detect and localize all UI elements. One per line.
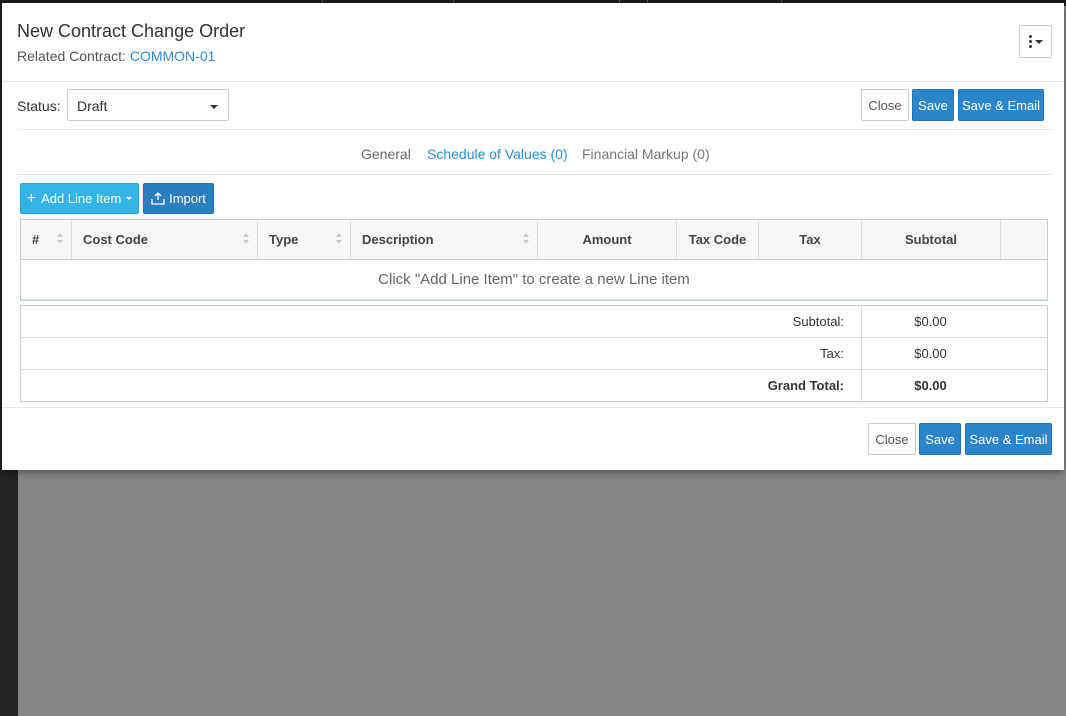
footer-divider bbox=[2, 407, 1064, 408]
add-line-item-button[interactable]: + Add Line Item bbox=[20, 183, 139, 214]
chevron-down-icon bbox=[126, 197, 133, 200]
sort-icon bbox=[243, 233, 249, 245]
tab-financial-markup[interactable]: Financial Markup (0) bbox=[582, 146, 710, 162]
column-header-cost-code[interactable]: Cost Code bbox=[72, 220, 258, 259]
column-header-amount: Amount bbox=[538, 220, 677, 259]
subtotal-label: Subtotal: bbox=[21, 306, 862, 337]
divider bbox=[17, 174, 1052, 175]
status-label: Status: bbox=[17, 98, 61, 114]
related-contract-link[interactable]: COMMON-01 bbox=[130, 48, 216, 64]
save-button-bottom[interactable]: Save bbox=[919, 423, 961, 455]
import-label: Import bbox=[169, 191, 206, 206]
plus-icon: + bbox=[26, 189, 37, 207]
subtotal-row: Subtotal: $0.00 bbox=[21, 306, 1047, 338]
grand-total-row: Grand Total: $0.00 bbox=[21, 370, 1047, 401]
modal-title: New Contract Change Order bbox=[17, 21, 246, 41]
chevron-down-icon bbox=[210, 105, 218, 109]
tab-schedule-of-values[interactable]: Schedule of Values (0) bbox=[427, 146, 568, 162]
column-header-description[interactable]: Description bbox=[351, 220, 538, 259]
save-email-button-bottom[interactable]: Save & Email bbox=[965, 423, 1052, 455]
close-button-top[interactable]: Close bbox=[861, 89, 909, 121]
column-header-tax-code: Tax Code bbox=[677, 220, 759, 259]
column-header-actions bbox=[1001, 220, 1047, 259]
table-header: # Cost Code Type Description Amount Tax … bbox=[21, 220, 1047, 260]
subtotal-value: $0.00 bbox=[914, 314, 947, 329]
tax-value: $0.00 bbox=[914, 346, 947, 361]
save-email-button-top[interactable]: Save & Email bbox=[958, 89, 1044, 121]
tab-general[interactable]: General bbox=[361, 146, 411, 162]
status-select[interactable]: Draft bbox=[67, 89, 229, 121]
upload-icon bbox=[151, 192, 165, 205]
empty-table-message: Click "Add Line Item" to create a new Li… bbox=[21, 260, 1047, 300]
change-order-modal: New Contract Change Order Related Contra… bbox=[2, 3, 1064, 470]
modal-header: New Contract Change Order Related Contra… bbox=[2, 3, 1064, 82]
column-header-number[interactable]: # bbox=[21, 220, 72, 259]
column-header-subtotal: Subtotal bbox=[862, 220, 1001, 259]
chevron-down-icon bbox=[1034, 39, 1043, 44]
tax-label: Tax: bbox=[21, 338, 862, 369]
grand-total-value: $0.00 bbox=[914, 378, 947, 393]
tax-row: Tax: $0.00 bbox=[21, 338, 1047, 370]
column-header-type[interactable]: Type bbox=[258, 220, 351, 259]
close-button-bottom[interactable]: Close bbox=[868, 423, 916, 455]
import-button[interactable]: Import bbox=[143, 183, 214, 214]
sort-icon bbox=[336, 233, 342, 245]
more-options-button[interactable] bbox=[1019, 25, 1052, 58]
save-button-top[interactable]: Save bbox=[912, 89, 954, 121]
related-contract-label: Related Contract: bbox=[17, 48, 126, 64]
sort-icon bbox=[57, 233, 63, 245]
grand-total-label: Grand Total: bbox=[21, 370, 862, 401]
divider bbox=[17, 129, 1052, 130]
status-value: Draft bbox=[77, 98, 108, 114]
kebab-icon bbox=[1028, 35, 1032, 48]
add-line-item-label: Add Line Item bbox=[41, 191, 122, 206]
column-header-tax: Tax bbox=[759, 220, 862, 259]
related-contract: Related Contract: COMMON-01 bbox=[17, 48, 215, 64]
totals-table: Subtotal: $0.00 Tax: $0.00 Grand Total: … bbox=[20, 305, 1048, 402]
line-items-table: # Cost Code Type Description Amount Tax … bbox=[20, 219, 1048, 301]
sort-icon bbox=[523, 233, 529, 245]
